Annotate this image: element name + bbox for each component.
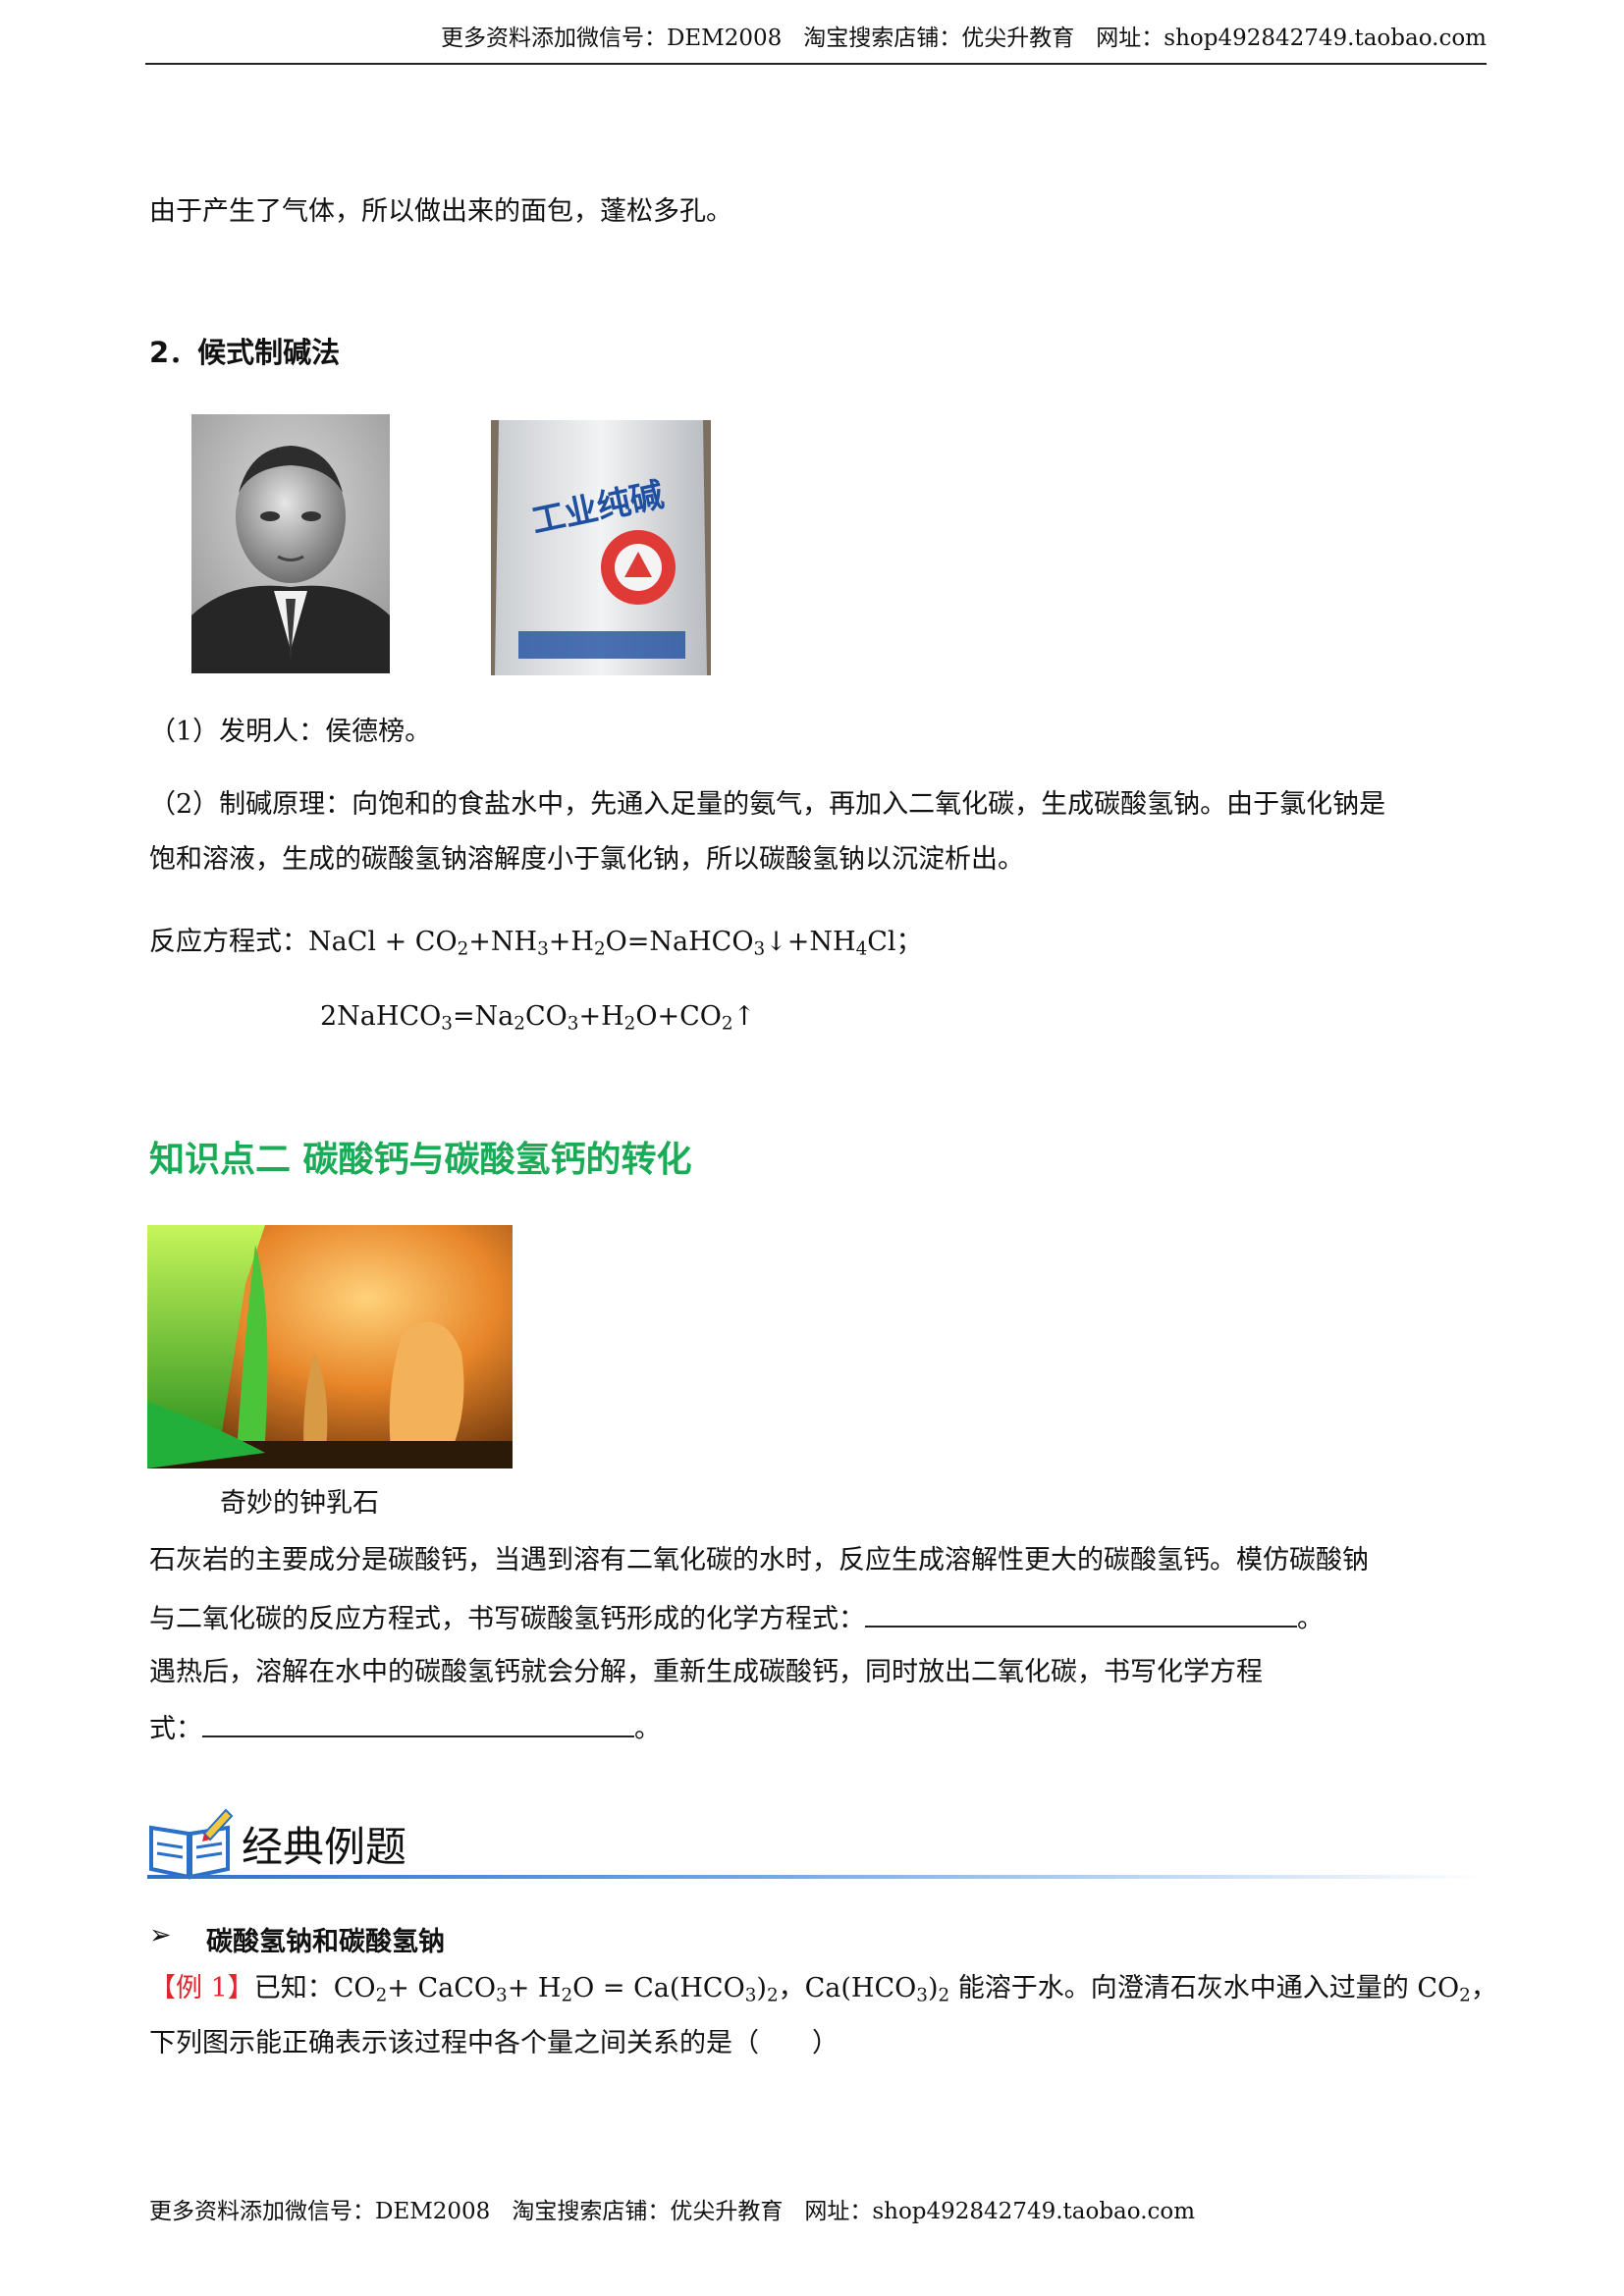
example-1-text: 已知：CO2+ CaCO3+ H2O = Ca(HCO3)2，Ca(HCO3)2… bbox=[253, 1973, 1497, 2006]
knowledge-point-2-title: 知识点二 碳酸钙与碳酸氢钙的转化 bbox=[149, 1140, 692, 1180]
classic-examples-title: 经典例题 bbox=[242, 1823, 407, 1871]
kp2-line-3: 遇热后，溶解在水中的碳酸氢钙就会分解，重新生成碳酸钙，同时放出二氧化碳，书写化学… bbox=[149, 1657, 1263, 1687]
principle-line-1: （2）制碱原理：向饱和的食盐水中，先通入足量的氨气，再加入二氧化碳，生成碳酸氢钠… bbox=[149, 789, 1386, 820]
soda-bag-image bbox=[491, 420, 711, 675]
kp2-line-4-text: 式： bbox=[149, 1714, 202, 1744]
bullet-arrow-icon: ➢ bbox=[149, 1920, 172, 1950]
bullet-heading: 碳酸氢钠和碳酸氢钠 bbox=[206, 1927, 445, 1957]
inventor-line: （1）发明人：侯德榜。 bbox=[149, 717, 432, 747]
footer-site: 网址：shop492842749.taobao.com bbox=[804, 2199, 1196, 2224]
stalactite-photo bbox=[147, 1225, 513, 1468]
portrait-photo bbox=[191, 414, 390, 673]
kp2-line-2-end: 。 bbox=[1297, 1604, 1324, 1634]
header-taobao: 淘宝搜索店铺：优尖升教育 bbox=[803, 26, 1075, 51]
equation-1: NaCl + CO2+NH3+H2O=NaHCO3↓+NH4Cl； bbox=[308, 927, 923, 960]
footer-taobao: 淘宝搜索店铺：优尖升教育 bbox=[512, 2199, 784, 2224]
classic-examples-banner: 经典例题 bbox=[147, 1804, 1489, 1883]
principle-line-2: 饱和溶液，生成的碳酸氢钠溶解度小于氯化钠，所以碳酸氢钠以沉淀析出。 bbox=[149, 844, 1024, 875]
kp2-line-4-end: 。 bbox=[634, 1714, 661, 1744]
example-1-line-2: 下列图示能正确表示该过程中各个量之间关系的是（ ） bbox=[149, 2028, 839, 2058]
example-1-line-1: 【例 1】已知：CO2+ CaCO3+ H2O = Ca(HCO3)2，Ca(H… bbox=[149, 1969, 1497, 2008]
equation-label: 反应方程式： bbox=[149, 927, 308, 957]
header-wechat: 更多资料添加微信号：DEM2008 bbox=[440, 26, 783, 51]
portrait-image bbox=[191, 414, 390, 673]
example-1-tag: 【例 1】 bbox=[149, 1973, 254, 2003]
book-icon bbox=[149, 1808, 234, 1880]
intro-line: 由于产生了气体，所以做出来的面包，蓬松多孔。 bbox=[149, 196, 732, 227]
stalactite-image bbox=[147, 1225, 513, 1468]
kp2-line-4: 式： 。 bbox=[149, 1710, 661, 1749]
page-footer: 更多资料添加微信号：DEM2008 淘宝搜索店铺：优尖升教育 网址：shop4928… bbox=[149, 2195, 1217, 2228]
banner-underline bbox=[147, 1875, 1489, 1879]
kp2-line-1: 石灰岩的主要成分是碳酸钙，当遇到溶有二氧化碳的水时，反应生成溶解性更大的碳酸氢钙… bbox=[149, 1545, 1369, 1575]
section-2-title: 2．候式制碱法 bbox=[149, 336, 341, 369]
kp2-line-2: 与二氧化碳的反应方程式，书写碳酸氢钙形成的化学方程式： 。 bbox=[149, 1600, 1324, 1639]
stalactite-caption: 奇妙的钟乳石 bbox=[220, 1488, 379, 1519]
header-site: 网址：shop492842749.taobao.com bbox=[1096, 26, 1487, 51]
answer-blank-1[interactable] bbox=[865, 1600, 1297, 1628]
soda-bag-photo: 工业纯碱 bbox=[491, 420, 711, 675]
answer-blank-2[interactable] bbox=[202, 1710, 634, 1737]
page-header: 更多资料添加微信号：DEM2008 淘宝搜索店铺：优尖升教育 网址：shop4928… bbox=[145, 22, 1487, 65]
footer-wechat: 更多资料添加微信号：DEM2008 bbox=[149, 2199, 491, 2224]
equation-line-1: 反应方程式：NaCl + CO2+NH3+H2O=NaHCO3↓+NH4Cl； bbox=[149, 923, 923, 962]
equation-2: 2NaHCO3=Na2CO3+H2O+CO2↑ bbox=[320, 1001, 756, 1035]
kp2-line-2-text: 与二氧化碳的反应方程式，书写碳酸氢钙形成的化学方程式： bbox=[149, 1604, 865, 1634]
